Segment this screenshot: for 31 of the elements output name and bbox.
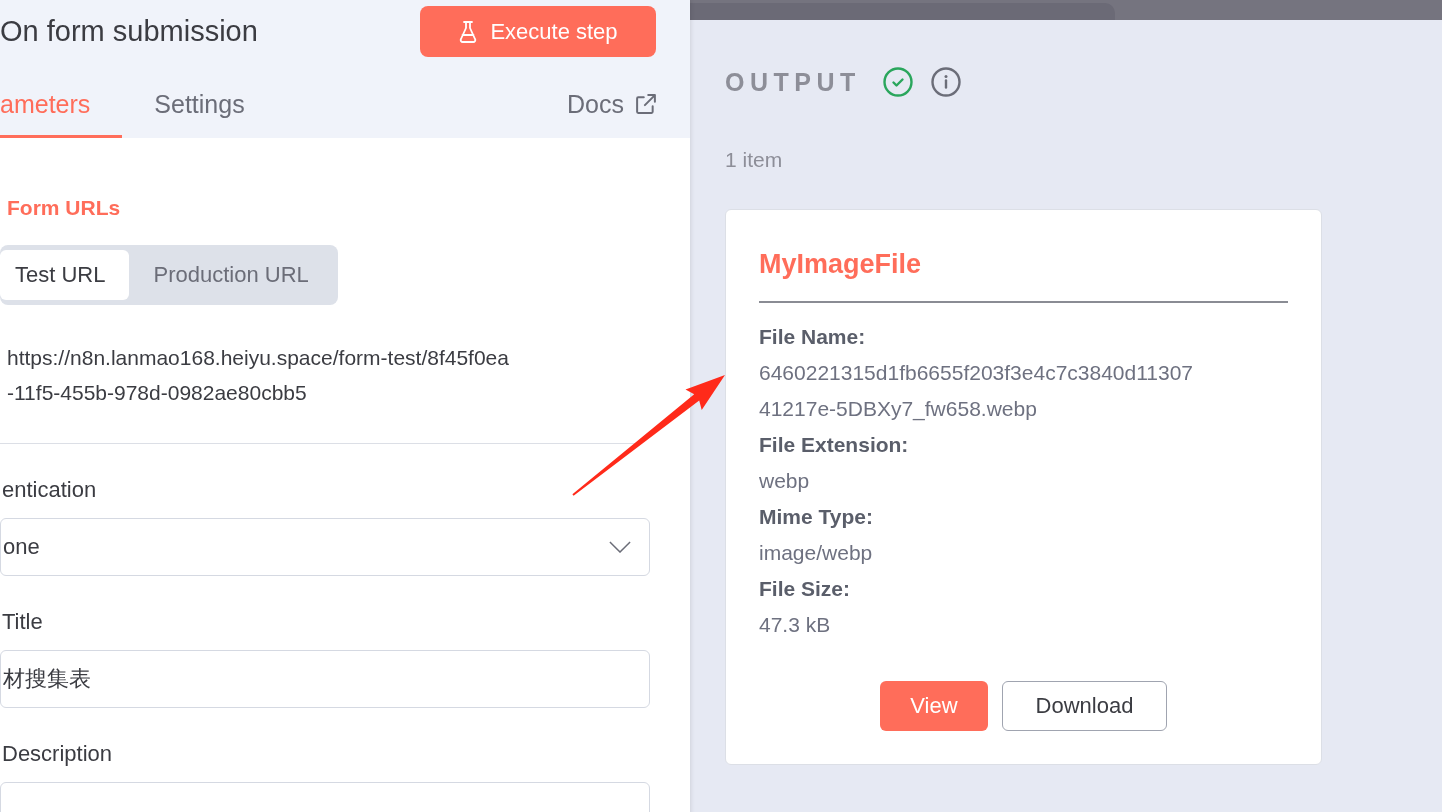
info-icon[interactable] <box>930 67 961 97</box>
flask-icon <box>458 20 479 43</box>
execute-step-button[interactable]: Execute step <box>420 6 656 57</box>
node-title: On form submission <box>0 15 258 48</box>
field-value: 47.3 kB <box>759 612 832 638</box>
field-name: File Extension: <box>759 432 910 458</box>
output-heading: OUTPUT <box>725 67 861 97</box>
toggle-option[interactable]: Test URL <box>0 250 130 300</box>
field-name: File Size: <box>759 576 852 602</box>
external-link-icon <box>636 94 656 114</box>
toggle-option[interactable]: Production URL <box>129 250 333 300</box>
tab[interactable]: ameters <box>0 63 123 138</box>
field-name: File Name: <box>759 324 867 350</box>
input-field[interactable]: 材搜集表 <box>0 650 650 708</box>
field-value: image/webp <box>759 540 874 566</box>
field-label: entication <box>1 477 97 503</box>
field-value: 6460221315d1fb6655f203f3e4c7c3840d11307 41217e-5DBXy7_fw658.webp <box>759 360 1195 423</box>
file-card-title: MyImageFile <box>759 248 923 280</box>
chevron-down-icon <box>609 541 631 553</box>
dropdown-field[interactable]: one <box>0 518 650 576</box>
view-button[interactable]: View <box>880 681 988 731</box>
item-count: 1 item <box>725 148 783 172</box>
section-heading: Form URLs <box>7 195 121 221</box>
docs-link[interactable]: Docs <box>567 63 656 138</box>
download-button[interactable]: Download <box>1002 681 1167 731</box>
field-value: webp <box>759 468 811 494</box>
field-label: Title <box>1 609 43 635</box>
tab[interactable]: Settings <box>122 63 277 138</box>
field-name: Mime Type: <box>759 504 874 530</box>
url-text: https://n8n.lanmao168.heiyu.space/form-test/8f45f0ea -11f5-455b-978d-0982ae80cbb5 <box>7 345 509 406</box>
field-label: Description <box>1 741 113 767</box>
